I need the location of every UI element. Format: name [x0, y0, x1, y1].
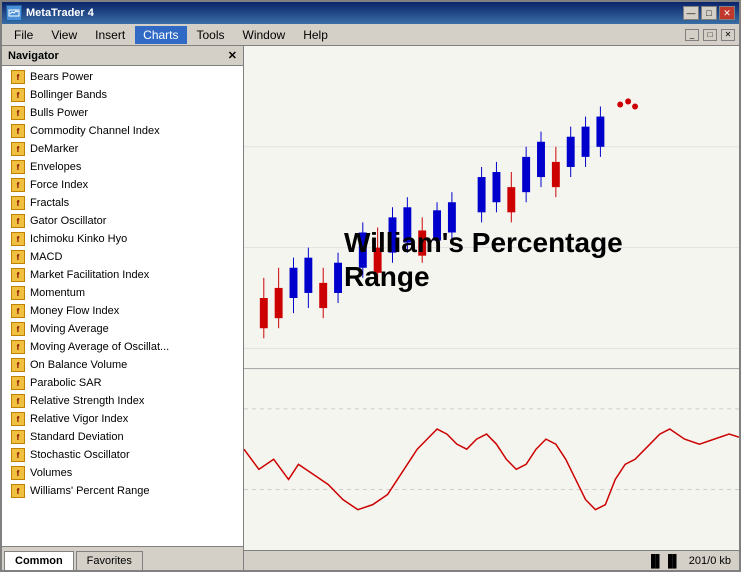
nav-item-moving-avg-osc[interactable]: f Moving Average of Oscillat...: [2, 338, 243, 356]
menu-bar: File View Insert Charts Tools Window Hel…: [2, 24, 739, 46]
indicator-icon: f: [10, 69, 26, 85]
nav-item-demarker[interactable]: f DeMarker: [2, 140, 243, 158]
indicator-icon: f: [10, 411, 26, 427]
status-text: 201/0 kb: [689, 555, 731, 567]
navigator-panel: Navigator ✕ f Bears Power f Bollinger Ba…: [2, 46, 244, 570]
chart-svg: [244, 46, 739, 550]
window-title: MetaTrader 4: [26, 7, 94, 19]
title-bar: MetaTrader 4 — □ ✕: [2, 2, 739, 24]
indicator-icon: f: [10, 483, 26, 499]
indicator-icon: f: [10, 393, 26, 409]
menu-charts[interactable]: Charts: [135, 26, 186, 44]
indicator-icon: f: [10, 87, 26, 103]
nav-item-money-flow[interactable]: f Money Flow Index: [2, 302, 243, 320]
nav-item-bollinger[interactable]: f Bollinger Bands: [2, 86, 243, 104]
indicator-icon: f: [10, 429, 26, 445]
nav-item-rvi[interactable]: f Relative Vigor Index: [2, 410, 243, 428]
nav-item-bears-power[interactable]: f Bears Power: [2, 68, 243, 86]
indicator-icon: f: [10, 375, 26, 391]
indicator-icon: f: [10, 303, 26, 319]
nav-item-bulls-power[interactable]: f Bulls Power: [2, 104, 243, 122]
nav-item-envelopes[interactable]: f Envelopes: [2, 158, 243, 176]
nav-item-std-dev[interactable]: f Standard Deviation: [2, 428, 243, 446]
indicator-icon: f: [10, 195, 26, 211]
menu-insert[interactable]: Insert: [87, 26, 133, 44]
indicator-icon: f: [10, 123, 26, 139]
navigator-list[interactable]: f Bears Power f Bollinger Bands f Bulls …: [2, 66, 243, 546]
maximize-button[interactable]: □: [701, 6, 717, 20]
navigator-close-button[interactable]: ✕: [228, 49, 237, 62]
nav-item-force-index[interactable]: f Force Index: [2, 176, 243, 194]
status-bar: ▐▌▐▌ 201/0 kb: [244, 550, 739, 570]
tab-common[interactable]: Common: [4, 551, 74, 570]
indicator-icon: f: [10, 339, 26, 355]
chart-canvas[interactable]: William's Percentage Range: [244, 46, 739, 550]
nav-item-momentum[interactable]: f Momentum: [2, 284, 243, 302]
nav-item-moving-avg[interactable]: f Moving Average: [2, 320, 243, 338]
inner-close[interactable]: ✕: [721, 29, 735, 41]
nav-item-ichimoku[interactable]: f Ichimoku Kinko Hyo: [2, 230, 243, 248]
close-button[interactable]: ✕: [719, 6, 735, 20]
window-controls: — □ ✕: [683, 6, 735, 20]
tab-favorites[interactable]: Favorites: [76, 551, 143, 570]
indicator-icon: f: [10, 447, 26, 463]
indicator-icon: f: [10, 465, 26, 481]
nav-item-mfi[interactable]: f Market Facilitation Index: [2, 266, 243, 284]
nav-item-williams[interactable]: f Williams' Percent Range: [2, 482, 243, 500]
indicator-icon: f: [10, 177, 26, 193]
indicator-icon: f: [10, 357, 26, 373]
nav-item-gator[interactable]: f Gator Oscillator: [2, 212, 243, 230]
indicator-icon: f: [10, 249, 26, 265]
nav-item-fractals[interactable]: f Fractals: [2, 194, 243, 212]
minimize-button[interactable]: —: [683, 6, 699, 20]
indicator-icon: f: [10, 321, 26, 337]
nav-item-rsi[interactable]: f Relative Strength Index: [2, 392, 243, 410]
indicator-icon: f: [10, 213, 26, 229]
menu-file[interactable]: File: [6, 26, 41, 44]
nav-item-cci[interactable]: f Commodity Channel Index: [2, 122, 243, 140]
navigator-header: Navigator ✕: [2, 46, 243, 66]
indicator-icon: f: [10, 267, 26, 283]
indicator-icon: f: [10, 231, 26, 247]
bottom-tabs: Common Favorites: [2, 546, 243, 570]
nav-item-volumes[interactable]: f Volumes: [2, 464, 243, 482]
chart-area: William's Percentage Range: [244, 46, 739, 570]
menu-view[interactable]: View: [43, 26, 85, 44]
main-content: Navigator ✕ f Bears Power f Bollinger Ba…: [2, 46, 739, 570]
menu-tools[interactable]: Tools: [189, 26, 233, 44]
chart-title: William's Percentage Range: [344, 226, 623, 293]
main-window: MetaTrader 4 — □ ✕ File View Insert Char…: [0, 0, 741, 572]
indicator-icon: f: [10, 159, 26, 175]
indicator-icon: f: [10, 285, 26, 301]
bars-icon: ▐▌▐▌: [647, 554, 681, 568]
inner-maximize[interactable]: □: [703, 29, 717, 41]
indicator-icon: f: [10, 105, 26, 121]
inner-minimize[interactable]: _: [685, 29, 699, 41]
nav-item-stochastic[interactable]: f Stochastic Oscillator: [2, 446, 243, 464]
nav-item-macd[interactable]: f MACD: [2, 248, 243, 266]
menu-help[interactable]: Help: [295, 26, 336, 44]
indicator-icon: f: [10, 141, 26, 157]
nav-item-parabolic[interactable]: f Parabolic SAR: [2, 374, 243, 392]
menu-window[interactable]: Window: [235, 26, 294, 44]
title-bar-left: MetaTrader 4: [6, 5, 94, 21]
app-icon: [6, 5, 22, 21]
navigator-title: Navigator: [8, 50, 59, 62]
nav-item-obv[interactable]: f On Balance Volume: [2, 356, 243, 374]
